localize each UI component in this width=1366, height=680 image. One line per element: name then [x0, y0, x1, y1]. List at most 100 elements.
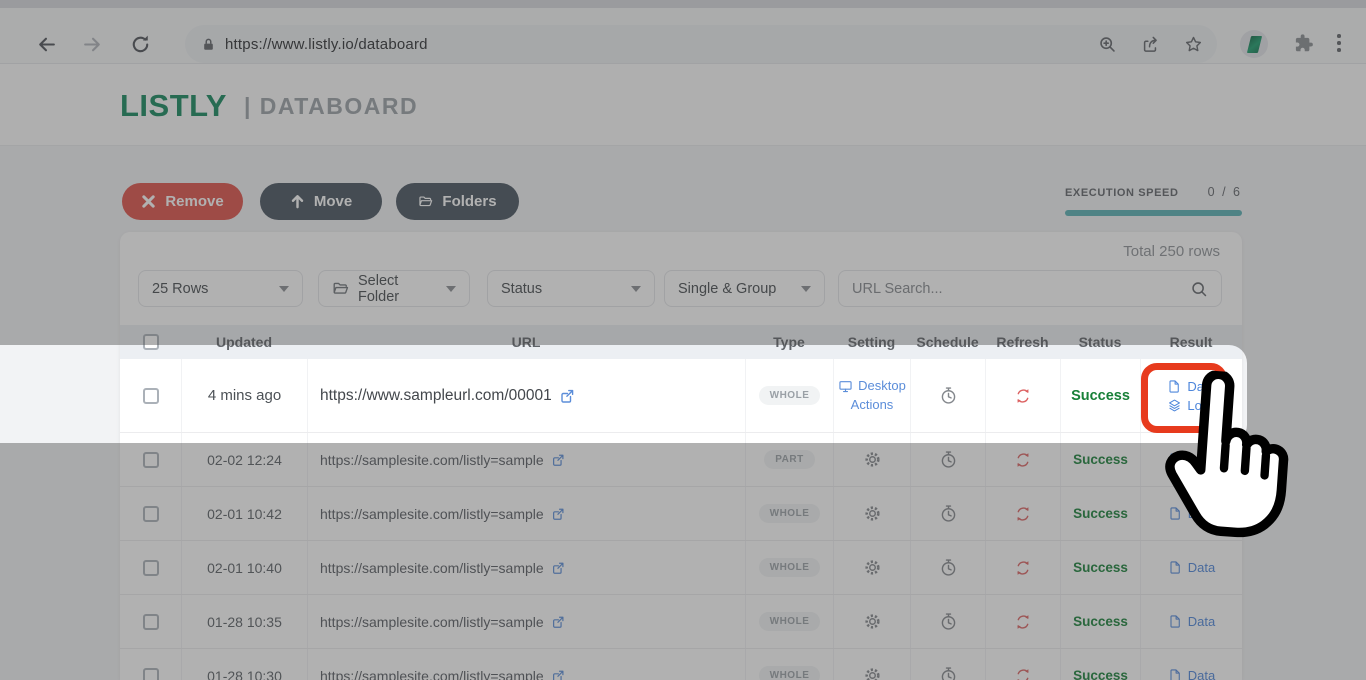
row-url[interactable]: https://samplesite.com/listly=sample [320, 614, 544, 630]
column-header-url[interactable]: URL [307, 325, 745, 359]
table-header: Updated URL Type Setting Schedule Refres… [120, 325, 1242, 359]
extensions-puzzle-icon[interactable] [1293, 33, 1314, 59]
schedule-timer-icon[interactable] [939, 504, 958, 523]
remove-button[interactable]: Remove [122, 183, 243, 220]
settings-gear-icon[interactable] [863, 612, 882, 631]
up-arrow-icon [290, 194, 305, 209]
refresh-icon[interactable] [1014, 505, 1032, 523]
folders-button[interactable]: Folders [396, 183, 519, 220]
row-url[interactable]: https://www.sampleurl.com/00001 [320, 387, 552, 405]
desktop-actions-link[interactable]: Desktop Actions [838, 377, 906, 415]
remove-label: Remove [165, 193, 223, 210]
external-link-icon[interactable] [551, 453, 565, 467]
group-select[interactable]: Single & Group [664, 270, 825, 307]
browser-menu-icon[interactable] [1337, 34, 1341, 52]
updated-text: 02-01 10:40 [207, 560, 282, 576]
status-select[interactable]: Status [487, 270, 655, 307]
bookmark-star-icon[interactable] [1184, 35, 1203, 54]
result-data-link[interactable]: Data [1168, 560, 1215, 575]
chevron-down-icon [801, 286, 811, 292]
select-all-checkbox[interactable] [143, 334, 159, 350]
row-checkbox[interactable] [143, 614, 159, 630]
settings-gear-icon[interactable] [863, 666, 882, 680]
url-search-input[interactable] [852, 281, 1190, 297]
result-data-link[interactable]: Data [1168, 506, 1215, 521]
rows-per-page-value: 25 Rows [152, 281, 269, 297]
data-doc-icon [1167, 379, 1182, 394]
external-link-icon[interactable] [551, 561, 565, 575]
reload-icon [130, 34, 151, 55]
result-data-link[interactable]: Data [1167, 379, 1214, 394]
folder-select[interactable]: Select Folder [318, 270, 470, 307]
monitor-icon [838, 379, 853, 394]
external-link-icon[interactable] [551, 615, 565, 629]
listly-logo[interactable]: LISTLY [120, 88, 227, 124]
schedule-timer-icon[interactable] [939, 666, 958, 680]
chevron-down-icon [446, 286, 456, 292]
settings-gear-icon[interactable] [863, 450, 882, 469]
listly-extension-icon[interactable] [1240, 30, 1268, 58]
row-url[interactable]: https://samplesite.com/listly=sample [320, 668, 544, 680]
url-search-box[interactable] [838, 270, 1222, 307]
refresh-icon[interactable] [1014, 387, 1032, 405]
column-header-updated[interactable]: Updated [181, 325, 307, 359]
type-badge: WHOLE [759, 386, 821, 405]
external-link-icon[interactable] [551, 507, 565, 521]
table-row: 02-01 10:42 https://samplesite.com/listl… [120, 487, 1242, 541]
settings-gear-icon[interactable] [863, 504, 882, 523]
column-header-schedule[interactable]: Schedule [910, 325, 985, 359]
updated-text: 02-02 12:24 [207, 452, 282, 468]
folder-icon [418, 194, 433, 209]
share-icon[interactable] [1141, 35, 1160, 54]
row-url[interactable]: https://samplesite.com/listly=sample [320, 452, 544, 468]
databoard-card: Total 250 rows 25 Rows Select Folder Sta… [120, 232, 1242, 680]
schedule-timer-icon[interactable] [939, 612, 958, 631]
row-checkbox[interactable] [143, 452, 159, 468]
status-text: Success [1073, 506, 1128, 521]
table-row-highlighted: 4 mins ago https://www.sampleurl.com/000… [120, 359, 1242, 433]
result-logs-link[interactable]: Logs [1167, 398, 1215, 413]
reload-button[interactable] [126, 30, 154, 58]
schedule-timer-icon[interactable] [939, 450, 958, 469]
refresh-icon[interactable] [1014, 667, 1032, 680]
result-data-link[interactable]: Data [1168, 668, 1215, 680]
refresh-icon[interactable] [1014, 451, 1032, 469]
group-select-value: Single & Group [678, 281, 791, 297]
search-icon[interactable] [1190, 280, 1208, 298]
row-checkbox[interactable] [143, 506, 159, 522]
column-header-type[interactable]: Type [745, 325, 833, 359]
column-header-refresh[interactable]: Refresh [985, 325, 1060, 359]
schedule-timer-icon[interactable] [939, 386, 958, 405]
chevron-down-icon [279, 286, 289, 292]
zoom-icon[interactable] [1098, 35, 1117, 54]
settings-gear-icon[interactable] [863, 558, 882, 577]
row-url[interactable]: https://samplesite.com/listly=sample [320, 560, 544, 576]
column-header-setting[interactable]: Setting [833, 325, 910, 359]
forward-button[interactable] [78, 30, 106, 58]
move-button[interactable]: Move [260, 183, 382, 220]
schedule-timer-icon[interactable] [939, 558, 958, 577]
result-data-link[interactable]: Data [1168, 452, 1215, 467]
back-button[interactable] [32, 30, 60, 58]
row-checkbox[interactable] [143, 560, 159, 576]
row-url[interactable]: https://samplesite.com/listly=sample [320, 506, 544, 522]
updated-text: 01-28 10:30 [207, 668, 282, 680]
column-header-result[interactable]: Result [1140, 325, 1242, 359]
address-bar[interactable]: https://www.listly.io/databoard [185, 25, 1217, 63]
address-url[interactable]: https://www.listly.io/databoard [225, 36, 428, 53]
refresh-icon[interactable] [1014, 559, 1032, 577]
execution-speed-widget: EXECUTION SPEED 0 / 6 [1065, 185, 1242, 216]
external-link-icon[interactable] [559, 388, 575, 404]
refresh-icon[interactable] [1014, 613, 1032, 631]
status-text: Success [1073, 452, 1128, 467]
result-data-link[interactable]: Data [1168, 614, 1215, 629]
row-checkbox[interactable] [143, 388, 159, 404]
rows-per-page-select[interactable]: 25 Rows [138, 270, 303, 307]
listly-blade-glyph [1246, 36, 1261, 53]
page-title: | DATABOARD [244, 93, 418, 120]
row-checkbox[interactable] [143, 668, 159, 680]
move-label: Move [314, 193, 352, 210]
browser-toolbar: https://www.listly.io/databoard [0, 8, 1366, 64]
column-header-status[interactable]: Status [1060, 325, 1140, 359]
external-link-icon[interactable] [551, 669, 565, 680]
